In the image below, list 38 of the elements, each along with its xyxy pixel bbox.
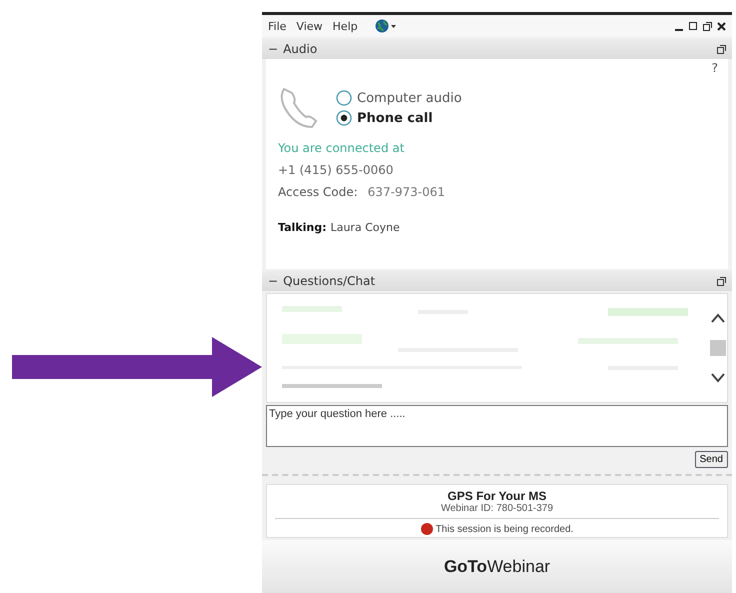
popout-icon[interactable]	[703, 22, 712, 30]
collapse-toggle[interactable]: −	[268, 274, 278, 288]
access-code-label: Access Code:	[278, 185, 358, 199]
phone-number: +1 (415) 655-0060	[278, 163, 394, 177]
recording-notice: This session is being recorded.	[436, 524, 574, 534]
maximize-icon[interactable]	[689, 22, 698, 30]
section-title: Audio	[283, 42, 318, 56]
radio-button[interactable]	[336, 90, 352, 106]
radio-button[interactable]	[336, 110, 352, 126]
section-title: Questions/Chat	[283, 274, 376, 288]
record-icon	[420, 523, 433, 535]
speaker-name: Laura Coyne	[330, 221, 400, 234]
scrollbar-thumb[interactable]	[710, 340, 726, 356]
close-icon[interactable]	[717, 22, 726, 30]
popout-icon[interactable]	[717, 276, 726, 286]
option-label[interactable]: Phone call	[357, 110, 433, 126]
webinar-id: Webinar ID: 780-501-379	[275, 503, 719, 519]
option-label[interactable]: Computer audio	[357, 90, 462, 106]
webinar-title: GPS For Your MS	[446, 489, 548, 503]
question-field[interactable]: Type your question here .....	[266, 405, 728, 447]
collapse-toggle[interactable]: −	[268, 42, 278, 56]
scroll-up-icon[interactable]	[711, 312, 725, 323]
help-link[interactable]: ?	[712, 61, 718, 75]
connection-status: You are connected at	[278, 141, 406, 155]
section-header[interactable]: − Questions/Chat	[262, 271, 732, 291]
phone-icon	[278, 85, 318, 131]
scroll-down-icon[interactable]	[711, 373, 725, 384]
arrow-icon	[12, 337, 262, 397]
brand-logo: GoToWebinar	[444, 556, 550, 576]
menu-item[interactable]: Help	[332, 20, 358, 32]
menu-item[interactable]: File	[268, 20, 286, 32]
globe-icon[interactable]	[374, 19, 398, 33]
menu-item[interactable]: View	[296, 20, 323, 32]
section-header[interactable]: − Audio	[262, 39, 732, 59]
access-code: 637-973-061	[368, 185, 446, 199]
popout-icon[interactable]	[717, 44, 726, 54]
send-button[interactable]: Send	[694, 451, 728, 468]
talking-label: Talking:	[278, 221, 326, 234]
